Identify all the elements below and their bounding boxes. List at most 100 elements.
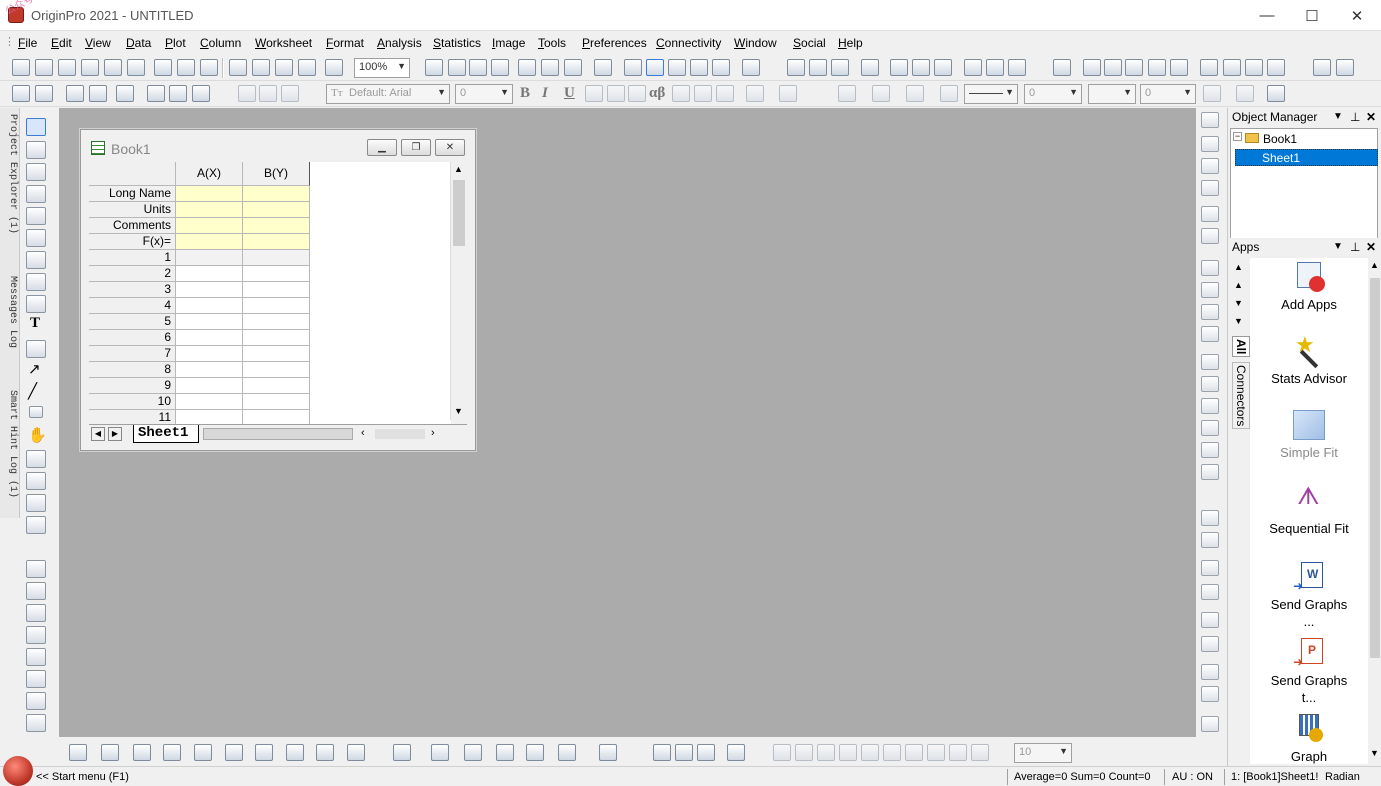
collapse-icon[interactable]: −: [1233, 132, 1242, 141]
set-z-icon[interactable]: [1125, 59, 1143, 76]
scroll-down-icon[interactable]: ▼: [1370, 748, 1379, 758]
back-icon[interactable]: [795, 744, 813, 761]
symbol-combo[interactable]: ▼: [1088, 84, 1136, 104]
cell-b3[interactable]: [243, 282, 310, 298]
arrange-icon[interactable]: [564, 59, 582, 76]
front-icon[interactable]: [773, 744, 791, 761]
stack-icon[interactable]: [934, 59, 952, 76]
draw-data-tool-icon[interactable]: [26, 295, 46, 313]
line-style-combo[interactable]: ▼: [964, 84, 1018, 104]
row-header-units[interactable]: Units: [89, 202, 176, 218]
tab-all[interactable]: All: [1232, 336, 1250, 358]
swap-icon[interactable]: [1313, 59, 1331, 76]
cell-a-fx[interactable]: [176, 234, 243, 250]
rotate-icon[interactable]: [1201, 206, 1219, 222]
new-notes-icon[interactable]: [177, 59, 195, 76]
row-header-3[interactable]: 3: [89, 282, 176, 298]
fill-color-icon[interactable]: [838, 85, 856, 102]
paste-icon[interactable]: [281, 85, 299, 102]
circle-tool-icon[interactable]: [26, 582, 46, 600]
menu-column[interactable]: Column: [200, 36, 241, 50]
print-icon[interactable]: [425, 59, 443, 76]
pin-icon[interactable]: ⊥: [1350, 238, 1360, 256]
vertical-split-icon[interactable]: [1201, 560, 1219, 576]
layers-icon[interactable]: [192, 85, 210, 102]
subscript-icon[interactable]: [607, 85, 625, 102]
copy-icon[interactable]: [259, 85, 277, 102]
new-workbook-icon[interactable]: [35, 59, 53, 76]
results-log-icon[interactable]: [668, 59, 686, 76]
tab-scroll-down-icon[interactable]: ▼: [1234, 316, 1243, 326]
symbol-icon[interactable]: [940, 85, 958, 102]
project-explorer-tab[interactable]: Project Explorer (1): [0, 114, 18, 234]
sum-icon[interactable]: [787, 59, 805, 76]
menu-data[interactable]: Data: [126, 36, 151, 50]
menu-file[interactable]: File: [18, 36, 37, 50]
dropdown-icon[interactable]: ▼: [1333, 108, 1343, 126]
contour-icon[interactable]: [558, 744, 576, 761]
layer-tool-icon[interactable]: [26, 516, 46, 534]
row-header-fx[interactable]: F(x)=: [89, 234, 176, 250]
cell-b-units[interactable]: [243, 202, 310, 218]
area-plot-icon[interactable]: [255, 744, 273, 761]
hscroll-right-icon[interactable]: ›: [431, 427, 435, 439]
filter-edit-icon[interactable]: [1008, 59, 1026, 76]
cut-icon[interactable]: [238, 85, 256, 102]
hscroll-left-icon[interactable]: ‹: [361, 427, 365, 439]
merge-graph-icon[interactable]: [599, 744, 617, 761]
object-tree[interactable]: − Book1 Sheet1: [1230, 128, 1378, 240]
move-last-icon[interactable]: [1267, 59, 1285, 76]
cell-b10[interactable]: [243, 394, 310, 410]
panel-close-icon[interactable]: ✕: [1366, 108, 1376, 126]
row-header-long-name[interactable]: Long Name: [89, 186, 176, 202]
cell-a11[interactable]: [176, 410, 243, 424]
cell-b-fx[interactable]: [243, 234, 310, 250]
histogram-icon[interactable]: [912, 59, 930, 76]
sort-icon[interactable]: [831, 59, 849, 76]
line-tool-icon[interactable]: ╱: [28, 382, 37, 400]
row-header-7[interactable]: 7: [89, 346, 176, 362]
cell-a10[interactable]: [176, 394, 243, 410]
menu-help[interactable]: Help: [838, 36, 863, 50]
open-template-icon[interactable]: [252, 59, 270, 76]
menu-analysis[interactable]: Analysis: [377, 36, 422, 50]
row-header-11[interactable]: 11: [89, 410, 176, 424]
menu-plot[interactable]: Plot: [165, 36, 186, 50]
zoom-combo[interactable]: 100% ▼: [354, 58, 410, 78]
layer-down-icon[interactable]: [1201, 686, 1219, 702]
cell-b8[interactable]: [243, 362, 310, 378]
app-sequential-fit[interactable]: ᗑ Sequential Fit: [1269, 485, 1349, 537]
data-cursor-tool-icon[interactable]: [26, 229, 46, 247]
zoom-tool-icon[interactable]: [646, 59, 664, 76]
font-color-icon[interactable]: [779, 85, 797, 102]
inverse-trapezoid-icon[interactable]: [883, 744, 901, 761]
data-selector-tool-icon[interactable]: [26, 251, 46, 269]
border-icon[interactable]: [1236, 85, 1254, 102]
hand-tool-icon[interactable]: ✋: [28, 426, 47, 444]
fill-pattern-icon[interactable]: [1203, 85, 1221, 102]
move-first-icon[interactable]: [1200, 59, 1218, 76]
move-right-icon[interactable]: [1245, 59, 1263, 76]
filter-clear-icon[interactable]: [986, 59, 1004, 76]
backward-icon[interactable]: [839, 744, 857, 761]
symbol-size-combo[interactable]: 0 ▼: [1140, 84, 1196, 104]
import-icon[interactable]: [12, 85, 30, 102]
row-header-5[interactable]: 5: [89, 314, 176, 330]
graph-stack-icon[interactable]: [1201, 532, 1219, 548]
layer-up-icon[interactable]: [1201, 664, 1219, 680]
axis-step-icon[interactable]: [1201, 464, 1219, 480]
shrink-icon[interactable]: [949, 744, 967, 761]
3d-surface-icon[interactable]: [393, 744, 411, 761]
menu-view[interactable]: View: [85, 36, 111, 50]
worksheet-grid[interactable]: A(X) B(Y) Long Name Units Comments F(x)=…: [89, 162, 451, 424]
add-column-icon[interactable]: [742, 59, 760, 76]
app-simple-fit[interactable]: Simple Fit: [1250, 410, 1368, 461]
new-script-icon[interactable]: [200, 59, 218, 76]
save-template-icon[interactable]: [298, 59, 316, 76]
pointer-tool-icon[interactable]: [26, 118, 46, 136]
tilt-icon[interactable]: [1201, 228, 1219, 244]
text-tool-icon[interactable]: T: [30, 315, 40, 332]
align-left-icon[interactable]: [697, 744, 715, 761]
set-column-tool-icon[interactable]: [26, 626, 46, 644]
bottom-size-combo[interactable]: 10 ▼: [1014, 743, 1072, 763]
